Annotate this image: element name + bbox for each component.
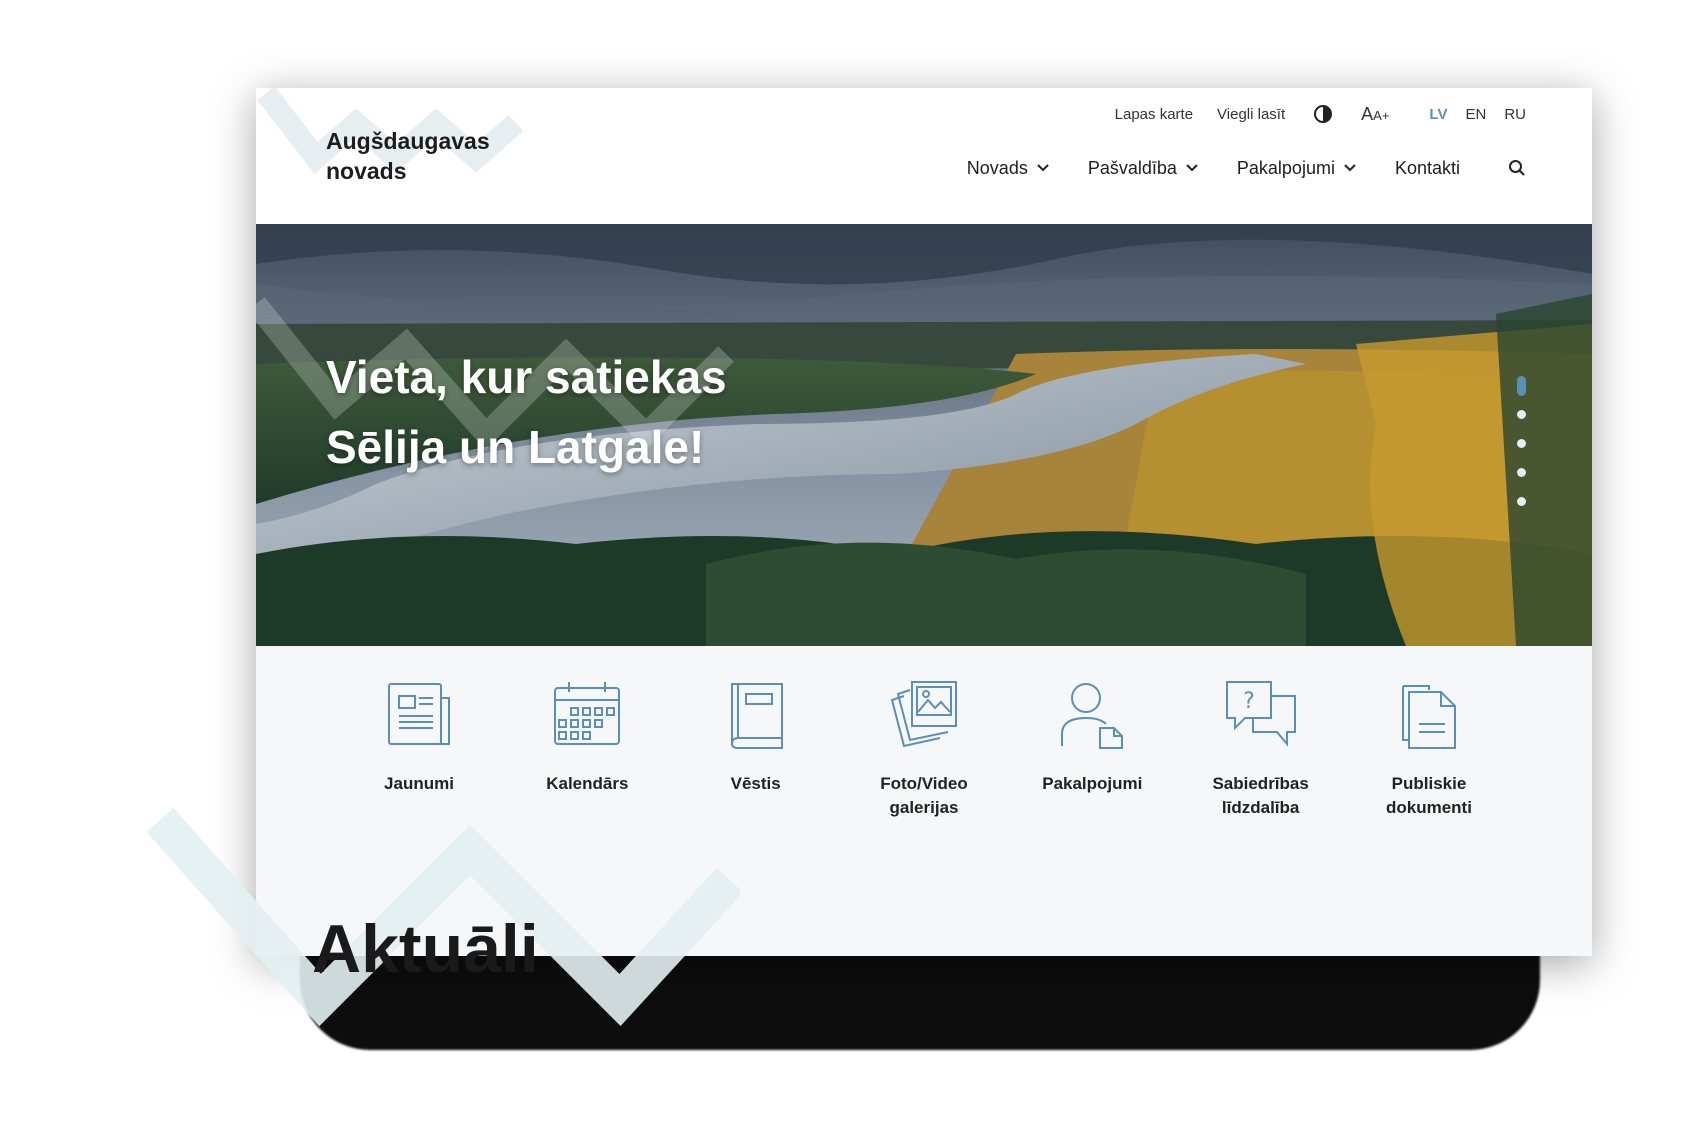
nav-item-pakalpojumi[interactable]: Pakalpojumi [1237, 158, 1357, 179]
utility-bar: Lapas karte Viegli lasīt AA+ LV EN RU [1091, 100, 1526, 128]
nav-label: Pašvaldība [1087, 157, 1177, 178]
nav-label: Kontakti [1394, 157, 1460, 178]
slide-dot-2[interactable] [1517, 410, 1526, 419]
user-document-icon [1052, 674, 1132, 754]
nav-item-novads[interactable]: Novads [967, 158, 1050, 179]
sitemap-link[interactable]: Lapas karte [1115, 106, 1193, 123]
site-header: Augšdaugavas novads Lapas karte Viegli l… [256, 88, 1592, 224]
contrast-toggle[interactable] [1313, 104, 1333, 124]
search-icon [1509, 160, 1525, 176]
font-size-toggle[interactable]: AA+ [1361, 104, 1389, 125]
book-icon [716, 674, 796, 754]
quick-link-label: Foto/Video galerijas [880, 774, 968, 817]
svg-text:?: ? [1243, 689, 1255, 714]
quick-link-pakalpojumi[interactable]: Pakalpojumi [1017, 674, 1167, 820]
chevron-down-icon [1344, 164, 1356, 172]
site-logo[interactable]: Augšdaugavas novads [326, 126, 546, 186]
chat-question-icon: ? [1221, 674, 1301, 754]
documents-icon [1389, 674, 1469, 754]
nav-item-kontakti[interactable]: Kontakti [1395, 158, 1460, 179]
hero-line-2: Sēlija un Latgale! [326, 421, 705, 473]
nav-label: Pakalpojumi [1236, 157, 1335, 178]
slide-dot-4[interactable] [1517, 468, 1526, 477]
chevron-down-icon [1037, 164, 1049, 172]
quick-link-label: Pakalpojumi [1042, 774, 1143, 793]
contrast-icon [1314, 105, 1333, 123]
chevron-down-icon [1186, 164, 1198, 172]
easy-read-link[interactable]: Viegli lasīt [1217, 106, 1285, 123]
quick-link-kalendars[interactable]: Kalendārs [512, 674, 662, 820]
quick-link-lidzdaliba[interactable]: ? Sabiedrības līdzdalība [1186, 674, 1336, 820]
logo-line-2: novads [326, 158, 407, 184]
font-size-icon: AA+ [1361, 103, 1390, 124]
quick-link-jaunumi[interactable]: Jaunumi [344, 674, 494, 820]
gallery-icon [884, 674, 964, 754]
logo-line-1: Augšdaugavas [326, 128, 490, 154]
nav-item-pasvaldiba[interactable]: Pašvaldība [1088, 158, 1199, 179]
newspaper-icon [379, 674, 459, 754]
quick-link-galerijas[interactable]: Foto/Video galerijas [849, 674, 999, 820]
hero-slider[interactable]: Vieta, kur satiekas Sēlija un Latgale! [256, 224, 1592, 646]
lang-lv[interactable]: LV [1429, 106, 1447, 123]
calendar-icon [547, 674, 627, 754]
quick-link-label: Kalendārs [546, 774, 629, 793]
hero-line-1: Vieta, kur satiekas [326, 351, 727, 403]
slide-dot-1[interactable] [1517, 376, 1526, 396]
quick-link-label: Jaunumi [384, 774, 454, 793]
lang-en[interactable]: EN [1465, 106, 1486, 123]
hero-headline: Vieta, kur satiekas Sēlija un Latgale! [326, 342, 727, 482]
nav-label: Novads [966, 157, 1028, 178]
search-button[interactable] [1508, 159, 1526, 177]
slider-pagination [1517, 366, 1526, 516]
slide-dot-5[interactable] [1517, 497, 1526, 506]
lang-ru[interactable]: RU [1504, 106, 1526, 123]
quick-link-vestis[interactable]: Vēstis [681, 674, 831, 820]
quick-link-dokumenti[interactable]: Publiskie dokumenti [1354, 674, 1504, 820]
quick-links: Jaunumi Kalendārs Vēstis Foto/Video gale… [344, 674, 1504, 820]
section-title-aktuali: Aktuāli [312, 911, 539, 987]
main-nav: Novads Pašvaldība Pakalpojumi Kontakti [929, 148, 1526, 188]
quick-link-label: Sabiedrības līdzdalība [1212, 774, 1309, 817]
quick-link-label: Publiskie dokumenti [1385, 774, 1472, 817]
quick-link-label: Vēstis [730, 774, 781, 793]
slide-dot-3[interactable] [1517, 439, 1526, 448]
